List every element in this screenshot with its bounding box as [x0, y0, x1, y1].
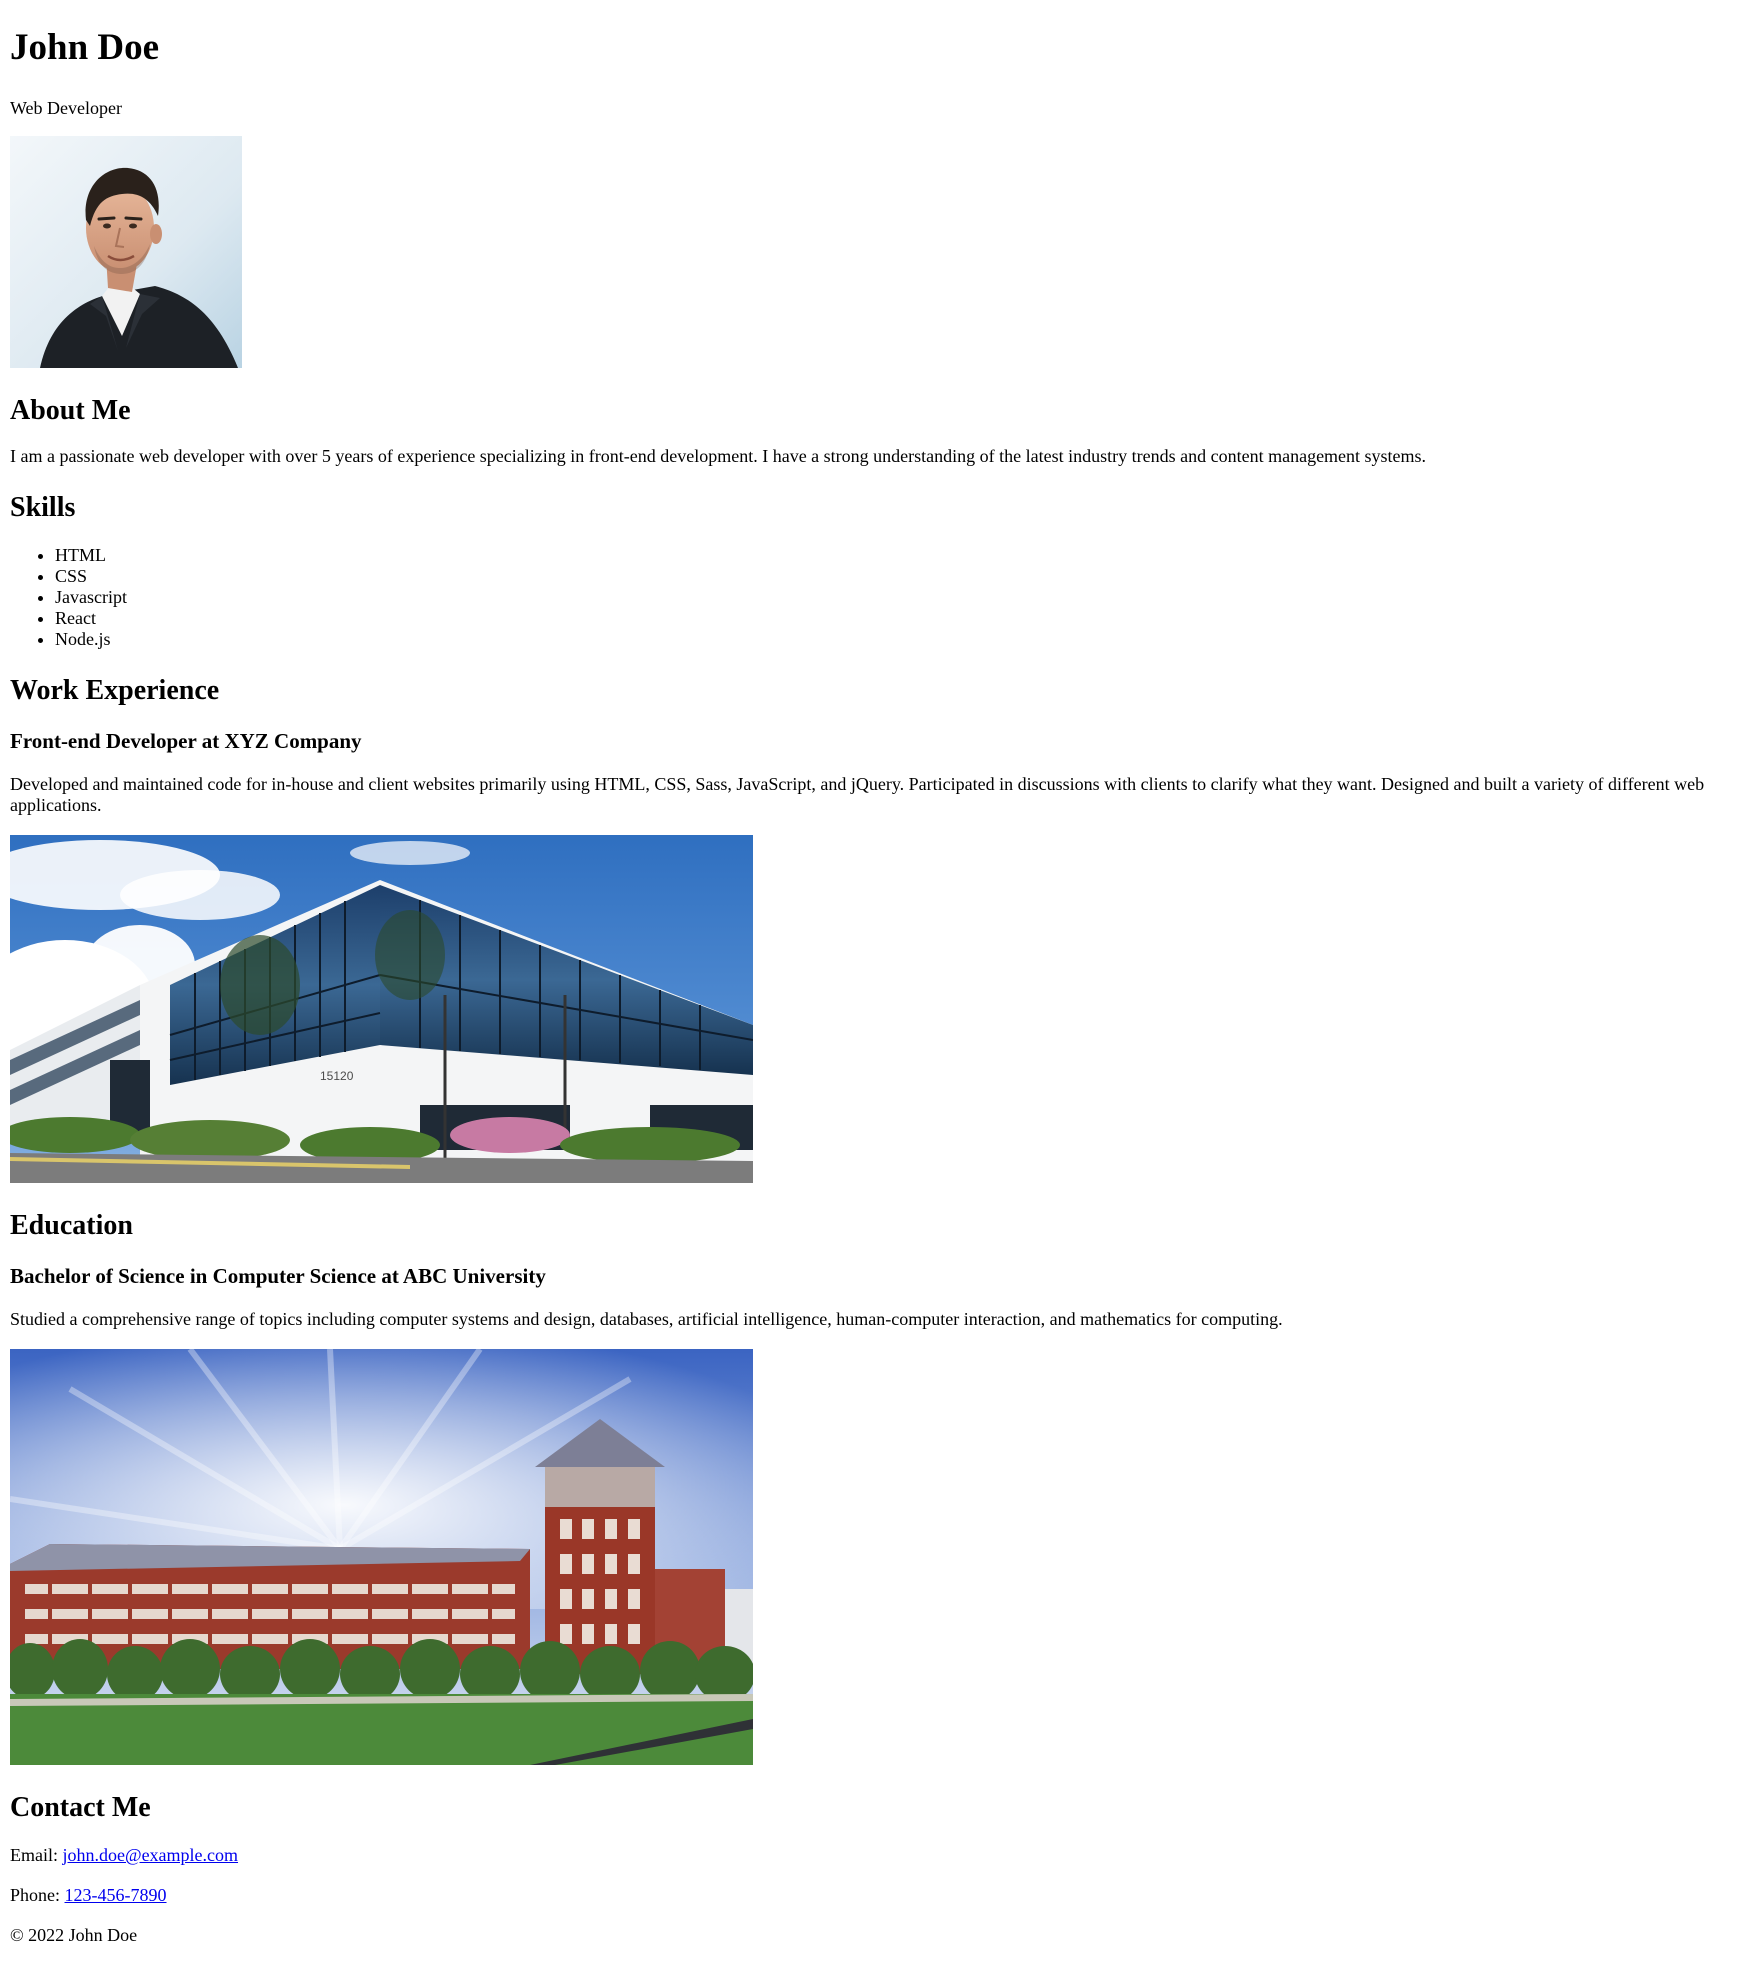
degree-description: Studied a comprehensive range of topics … — [10, 1309, 1283, 1329]
skills-list: HTML CSS Javascript React Node.js — [10, 545, 1755, 650]
degree-title: Bachelor of Science in Computer Science … — [10, 1264, 546, 1288]
about-heading: About Me — [10, 395, 131, 426]
email-link[interactable]: john.doe@example.com — [63, 1845, 239, 1865]
skill-item: React — [55, 608, 1755, 629]
contact-heading: Contact Me — [10, 1792, 151, 1823]
email-label: Email: — [10, 1845, 63, 1865]
skill-item: Javascript — [55, 587, 1755, 608]
skill-item: HTML — [55, 545, 1755, 566]
profile-photo — [10, 136, 242, 368]
job-description: Developed and maintained code for in-hou… — [10, 774, 1705, 815]
work-experience-heading: Work Experience — [10, 675, 220, 706]
skills-heading: Skills — [10, 492, 76, 523]
about-text: I am a passionate web developer with ove… — [10, 446, 1427, 466]
page-title: John Doe — [10, 27, 160, 68]
university-campus-photo — [10, 1349, 753, 1765]
skill-item: CSS — [55, 566, 1755, 587]
phone-link[interactable]: 123-456-7890 — [65, 1885, 167, 1905]
job-title: Front-end Developer at XYZ Company — [10, 729, 362, 753]
job-title-subtitle: Web Developer — [10, 98, 122, 118]
phone-line: Phone: 123-456-7890 — [10, 1885, 1755, 1906]
resume-page: John Doe Web Developer About Me I am a p… — [0, 0, 1755, 1946]
education-heading: Education — [10, 1210, 133, 1241]
office-building-photo: 15120 — [10, 835, 753, 1183]
phone-label: Phone: — [10, 1885, 65, 1905]
skill-item: Node.js — [55, 629, 1755, 650]
email-line: Email: john.doe@example.com — [10, 1845, 1755, 1866]
building-number: 15120 — [320, 1069, 354, 1083]
footer-copyright: © 2022 John Doe — [10, 1925, 138, 1945]
